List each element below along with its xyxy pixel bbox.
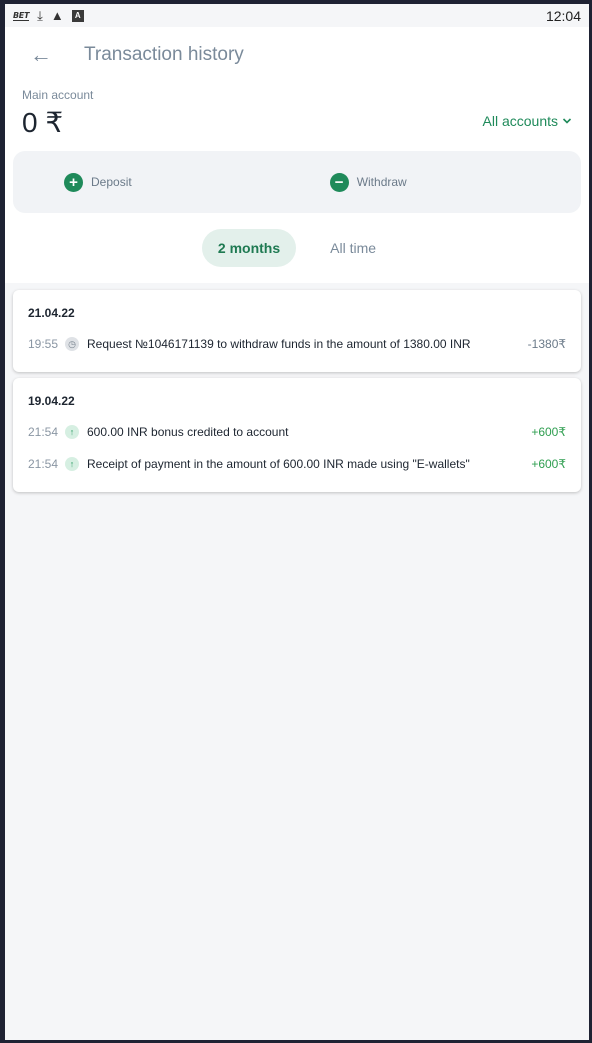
status-bar: BET ⤓ ▲ A 12:04 (5, 4, 589, 27)
transaction-group: 19.04.22 21:54 ↑ 600.00 INR bonus credit… (13, 378, 581, 492)
arrow-up-icon: ↑ (65, 457, 79, 471)
transaction-row[interactable]: 19:55 ◷ Request №1046171139 to withdraw … (28, 328, 566, 360)
transaction-row[interactable]: 21:54 ↑ Receipt of payment in the amount… (28, 448, 566, 480)
account-actions: + Deposit − Withdraw (13, 151, 581, 213)
transaction-amount: +600₹ (531, 457, 566, 471)
transaction-time: 21:54 (28, 457, 59, 471)
plus-icon: + (64, 172, 83, 192)
a-box-icon: A (71, 9, 84, 22)
clock-icon: ◷ (65, 337, 79, 351)
header: ← Transaction history Main account 0 ₹ A… (5, 27, 589, 283)
transaction-amount: +600₹ (531, 425, 566, 439)
transaction-group: 21.04.22 19:55 ◷ Request №1046171139 to … (13, 290, 581, 372)
group-date: 19.04.22 (28, 394, 75, 408)
minus-icon: − (329, 172, 349, 192)
arrow-left-icon[interactable]: ← (30, 44, 60, 66)
chevron-down-icon (562, 118, 572, 124)
transaction-description: Request №1046171139 to withdraw funds in… (87, 337, 471, 351)
warning-icon: ▲ (50, 8, 64, 23)
account-label: Main account (22, 88, 94, 102)
transaction-description: 600.00 INR bonus credited to account (87, 425, 289, 439)
bet-logo-icon: BET (13, 10, 30, 21)
filter-all-time[interactable]: All time (314, 229, 392, 267)
period-filters: 2 months All time (5, 213, 589, 283)
all-accounts-label: All accounts (482, 113, 558, 129)
download-icon: ⤓ (37, 8, 43, 23)
title-bar: ← Transaction history (5, 27, 589, 83)
page-title: Transaction history (84, 44, 244, 65)
deposit-button[interactable]: + Deposit (64, 172, 132, 192)
deposit-label: Deposit (91, 175, 132, 189)
transaction-list: 21.04.22 19:55 ◷ Request №1046171139 to … (5, 283, 589, 492)
transaction-time: 21:54 (28, 425, 59, 439)
account-summary: Main account 0 ₹ All accounts (5, 83, 589, 151)
status-time: 12:04 (545, 8, 581, 24)
transaction-time: 19:55 (28, 337, 59, 351)
arrow-up-icon: ↑ (65, 425, 79, 439)
transaction-amount: -1380₹ (527, 337, 566, 351)
withdraw-label: Withdraw (356, 175, 407, 189)
all-accounts-dropdown[interactable]: All accounts (483, 113, 572, 129)
app-screen: BET ⤓ ▲ A 12:04 ← Transaction history Ma… (5, 4, 589, 1040)
transaction-row[interactable]: 21:54 ↑ 600.00 INR bonus credited to acc… (28, 416, 566, 448)
withdraw-button[interactable]: − Withdraw (329, 172, 407, 192)
group-date: 21.04.22 (28, 306, 75, 320)
filter-2-months[interactable]: 2 months (201, 229, 297, 267)
transaction-description: Receipt of payment in the amount of 600.… (87, 457, 470, 471)
